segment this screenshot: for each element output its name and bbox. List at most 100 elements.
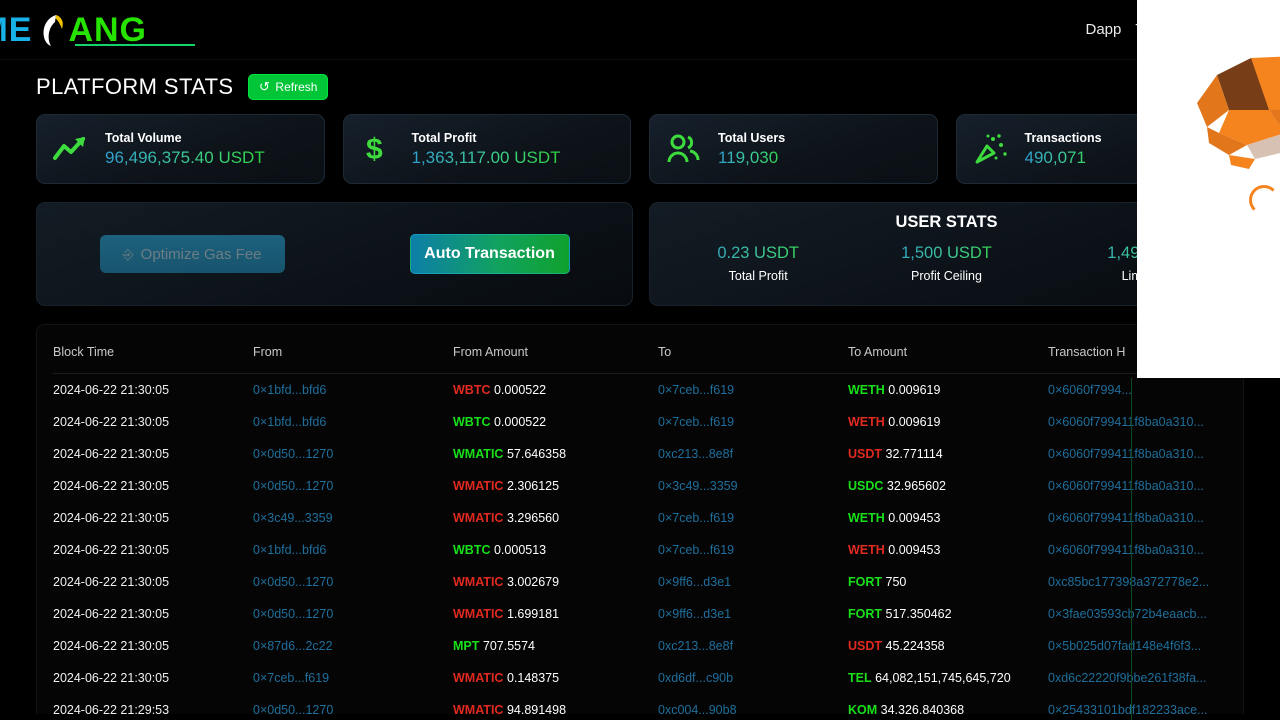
confetti-icon [973,131,1009,167]
optimize-gas-fee-button[interactable]: ⎆ Optimize Gas Fee [99,235,285,273]
stat-card-value: 96,496,375.40 USDT [105,147,265,167]
cell-to-amount: FORT 750 [848,575,907,589]
nav-dapp[interactable]: Dapp [1085,21,1121,38]
cell-block-time: 2024-06-22 21:30:05 [53,479,170,493]
cell-to-amount: KOM 34,326.840368 [848,703,965,714]
table-row[interactable]: 2024-06-22 21:29:53 0×0d50...1270 WMATIC 9… [53,694,1243,714]
cell-from[interactable]: 0×3c49...3359 [253,502,453,534]
stat-card-total-users: Total Users 119,030 [649,114,938,184]
logo-part-a: OME [0,10,33,49]
cell-from-amount: WBTC 0.000513 [453,543,547,557]
cell-from[interactable]: 0×7ceb...f619 [253,662,453,694]
cell-block-time: 2024-06-22 21:30:05 [53,447,170,461]
stat-card-label: Total Volume [105,130,182,145]
boomerang-icon [38,13,64,47]
svg-text:$: $ [366,133,383,166]
cell-from-amount: WBTC 0.000522 [453,383,547,397]
cell-transaction-hash[interactable]: 0×6060f799411f8ba0a310... [1048,502,1243,534]
column-header-to[interactable]: To [658,325,848,374]
cell-block-time: 2024-06-22 21:30:05 [53,575,170,589]
cell-to-amount: FORT 517.350462 [848,607,952,621]
logo[interactable]: OME ANG [0,0,195,60]
cell-to-amount: WETH 0.009453 [848,543,941,557]
cell-to[interactable]: 0×9ff6...d3e1 [658,598,848,630]
table-head: Block Time From From Amount To To Amount… [53,325,1243,374]
table-row[interactable]: 2024-06-22 21:30:05 0×0d50...1270 WMATIC 1… [53,598,1243,630]
power-icon: ⎆ [122,245,134,262]
cell-from[interactable]: 0×1bfd...bfd6 [253,534,453,566]
user-stat-total-profit: 0.23 USDT Total Profit [698,244,818,283]
cell-to-amount: WETH 0.009619 [848,383,941,397]
cell-from[interactable]: 0×0d50...1270 [253,470,453,502]
cell-from[interactable]: 0×0d50...1270 [253,438,453,470]
table-row[interactable]: 2024-06-22 21:30:05 0×0d50...1270 WMATIC 3… [53,566,1243,598]
auto-transaction-button[interactable]: Auto Transaction [409,234,570,274]
cell-to[interactable]: 0xd6df...c90b [658,662,848,694]
table-row[interactable]: 2024-06-22 21:30:05 0×1bfd...bfd6 WBTC 0.0… [53,374,1243,407]
metamask-fox-icon [1189,55,1280,190]
cell-transaction-hash[interactable]: 0xc85bc177398a372778e2... [1048,566,1243,598]
users-icon [666,131,702,167]
cell-transaction-hash[interactable]: 0×6060f799411f8ba0a310... [1048,438,1243,470]
cell-block-time: 2024-06-22 21:30:05 [53,543,170,557]
cell-from-amount: WMATIC 2.306125 [453,479,560,493]
cell-transaction-hash[interactable]: 0×25433101bdf182233ace... [1048,694,1243,714]
cell-from-amount: WMATIC 0.148375 [453,671,560,685]
optimize-gas-fee-label: Optimize Gas Fee [140,245,262,263]
cell-transaction-hash[interactable]: 0×3fae03593cb72b4eaacb... [1048,598,1243,630]
cell-from-amount: WMATIC 3.296560 [453,511,560,525]
cell-from[interactable]: 0×0d50...1270 [253,566,453,598]
table-row[interactable]: 2024-06-22 21:30:05 0×0d50...1270 WMATIC 5… [53,438,1243,470]
cell-to[interactable]: 0×3c49...3359 [658,470,848,502]
cell-from[interactable]: 0×1bfd...bfd6 [253,406,453,438]
stat-card-total-volume: Total Volume 96,496,375.40 USDT [36,114,325,184]
cell-transaction-hash[interactable]: 0×5b025d07fad148e4f6f3... [1048,630,1243,662]
table-row[interactable]: 2024-06-22 21:30:05 0×1bfd...bfd6 WBTC 0.0… [53,406,1243,438]
table-row[interactable]: 2024-06-22 21:30:05 0×3c49...3359 WMATIC 3… [53,502,1243,534]
cell-from[interactable]: 0×0d50...1270 [253,694,453,714]
table-row[interactable]: 2024-06-22 21:30:05 0×1bfd...bfd6 WBTC 0.0… [53,534,1243,566]
table-header-row: Block Time From From Amount To To Amount… [53,325,1243,374]
cell-transaction-hash[interactable]: 0×6060f799411f8ba0a310... [1048,470,1243,502]
cell-to[interactable]: 0×7ceb...f619 [658,406,848,438]
table-row[interactable]: 2024-06-22 21:30:05 0×87d6...2c22 MPT 707.… [53,630,1243,662]
table-row[interactable]: 2024-06-22 21:30:05 0×0d50...1270 WMATIC 2… [53,470,1243,502]
cell-from-amount: WMATIC 94.891498 [453,703,567,714]
cell-to-amount: WETH 0.009619 [848,415,941,429]
dollar-icon: $ [360,131,396,167]
cell-from[interactable]: 0×1bfd...bfd6 [253,374,453,407]
cell-block-time: 2024-06-22 21:30:05 [53,607,170,621]
user-stat-label: Total Profit [728,269,788,283]
cell-from-amount: WMATIC 1.699181 [453,607,560,621]
logo-underline [75,44,195,46]
metamask-popup[interactable] [1137,0,1280,378]
cell-to[interactable]: 0×7ceb...f619 [658,374,848,407]
cell-to[interactable]: 0xc213...8e8f [658,438,848,470]
table-row[interactable]: 2024-06-22 21:30:05 0×7ceb...f619 WMATIC 0… [53,662,1243,694]
trending-up-icon [53,131,89,167]
cell-transaction-hash[interactable]: 0×6060f799411f8ba0a310... [1048,534,1243,566]
cell-transaction-hash[interactable]: 0×6060f799411f8ba0a310... [1048,406,1243,438]
cell-to[interactable]: 0xc213...8e8f [658,630,848,662]
column-header-from-amount[interactable]: From Amount [453,325,658,374]
cell-block-time: 2024-06-22 21:30:05 [53,639,170,653]
refresh-icon: ↻ [258,79,270,95]
cell-from[interactable]: 0×87d6...2c22 [253,630,453,662]
user-stat-value: 0.23 USDT [698,244,818,263]
cell-to[interactable]: 0xc004...90b8 [658,694,848,714]
cell-to-amount: USDT 32.771114 [848,447,943,461]
cell-from[interactable]: 0×0d50...1270 [253,598,453,630]
cell-to[interactable]: 0×7ceb...f619 [658,502,848,534]
cell-to-amount: WETH 0.009453 [848,511,941,525]
cell-block-time: 2024-06-22 21:30:05 [53,671,170,685]
column-header-block-time[interactable]: Block Time [53,325,253,374]
cell-from-amount: WMATIC 3.002679 [453,575,560,589]
cell-transaction-hash[interactable]: 0×6060f7994... [1048,374,1243,407]
column-header-to-amount[interactable]: To Amount [848,325,1048,374]
transactions-table-panel: Block Time From From Amount To To Amount… [36,324,1244,714]
column-header-from[interactable]: From [253,325,453,374]
cell-to[interactable]: 0×7ceb...f619 [658,534,848,566]
refresh-button[interactable]: ↻ Refresh [247,74,329,100]
cell-to[interactable]: 0×9ff6...d3e1 [658,566,848,598]
cell-transaction-hash[interactable]: 0xd6c22220f9bbe261f38fa... [1048,662,1243,694]
